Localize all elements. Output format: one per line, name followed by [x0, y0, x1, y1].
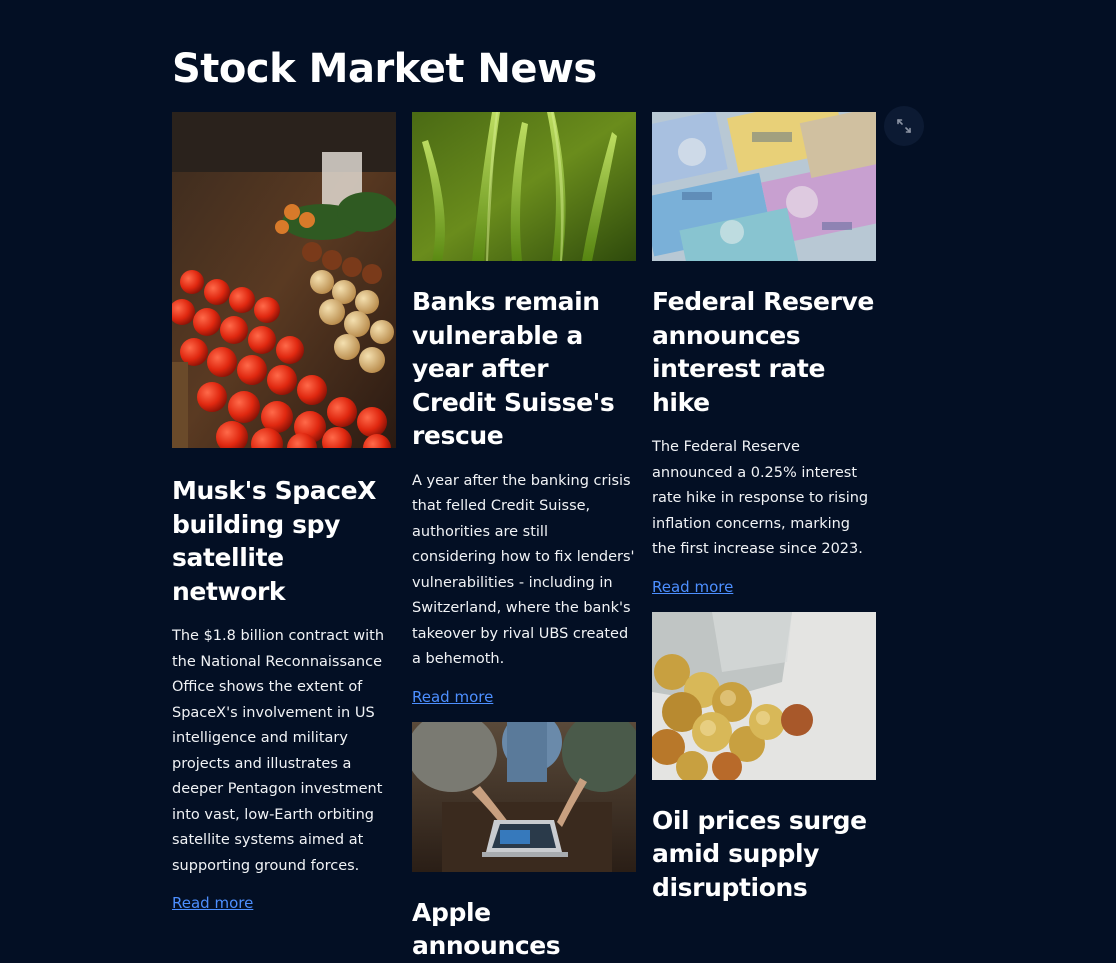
article-title: Banks remain vulnerable a year after Cre…	[412, 287, 615, 450]
green-grass-image	[412, 112, 636, 261]
read-more-link[interactable]: Read more	[412, 688, 493, 706]
page-title: Stock Market News	[172, 46, 597, 92]
news-card: Federal Reserve announces interest rate …	[652, 112, 876, 596]
euro-banknotes-image	[652, 112, 876, 261]
news-column-2: Banks remain vulnerable a year after Cre…	[412, 112, 636, 963]
news-card: Musk's SpaceX building spy satellite net…	[172, 112, 396, 912]
read-more-link[interactable]: Read more	[652, 578, 733, 596]
news-card: Apple announces	[412, 721, 636, 963]
news-column-3: Federal Reserve announces interest rate …	[652, 112, 876, 904]
article-title: Federal Reserve announces interest rate …	[652, 287, 874, 417]
fullscreen-button[interactable]	[884, 106, 924, 146]
news-card: Oil prices surge amid supply disruptions	[652, 611, 876, 905]
news-column-1: Musk's SpaceX building spy satellite net…	[172, 112, 396, 912]
article-title: Apple announces	[412, 897, 561, 961]
coins-from-jar-image	[652, 611, 876, 780]
article-description: The $1.8 billion contract with the Natio…	[172, 628, 385, 874]
article-title: Musk's SpaceX building spy satellite net…	[172, 476, 377, 606]
article-description: The Federal Reserve announced a 0.25% in…	[652, 439, 869, 557]
article-description: A year after the banking crisis that fel…	[412, 472, 635, 668]
news-card: Banks remain vulnerable a year after Cre…	[412, 112, 636, 706]
article-title: Oil prices surge amid supply disruptions	[652, 805, 867, 902]
people-with-laptop-image	[412, 721, 636, 872]
read-more-link[interactable]: Read more	[172, 894, 253, 912]
expand-icon	[897, 119, 911, 133]
market-vegetables-image	[172, 112, 396, 448]
